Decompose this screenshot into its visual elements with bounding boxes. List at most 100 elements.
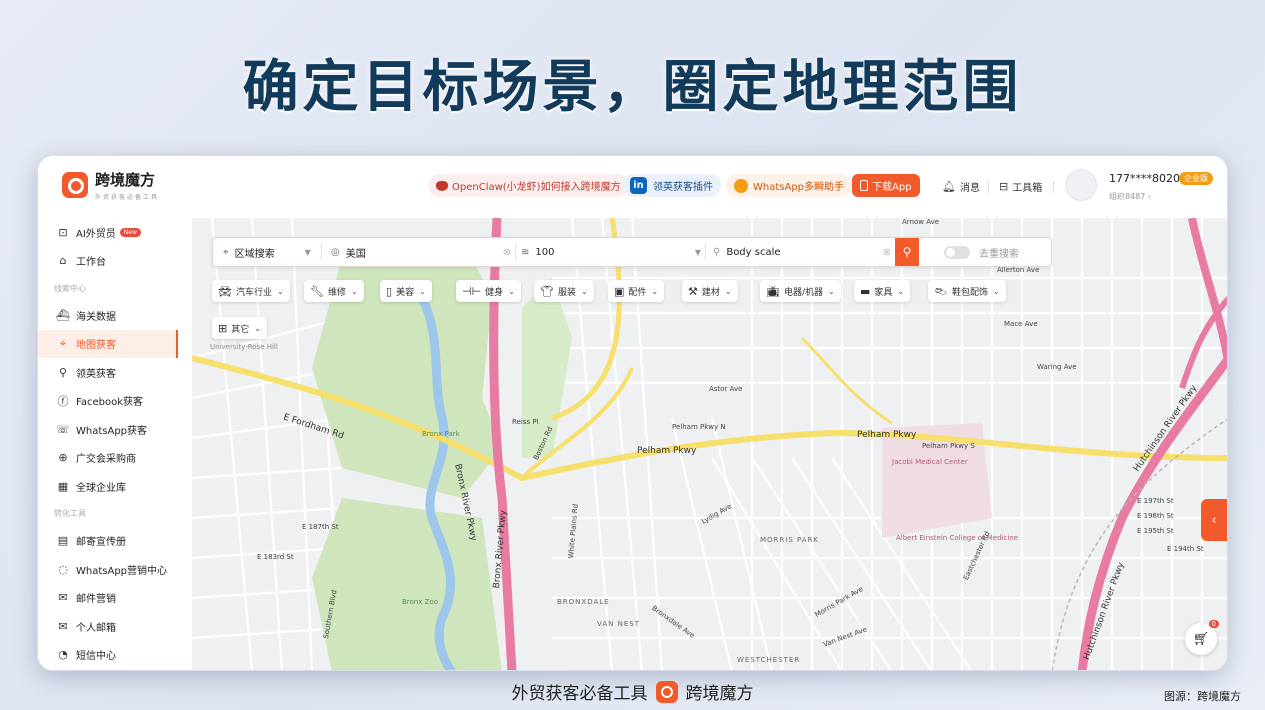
dedupe-toggle[interactable] [944, 246, 970, 259]
map-label: Bronx Park [422, 430, 460, 438]
sidebar-item-brochure[interactable]: ▤ 邮寄宣传册 [38, 527, 178, 556]
messages-link[interactable]: 🔔︎ 消息 [942, 179, 980, 194]
sidebar-item-customs[interactable]: ⛴︎ 海关数据 [38, 301, 178, 330]
sidebar-item-linkedin[interactable]: ⚲ 领英获客 [38, 358, 178, 387]
facebook-icon: ⓕ [57, 394, 69, 408]
count-select[interactable]: ≋ 100 ▼ [521, 238, 701, 266]
map-label: BRONXDALE [557, 598, 610, 606]
chevron-down-icon: ⌄ [724, 286, 732, 296]
openclaw-link[interactable]: OpenClaw(小龙虾)如何接入跨境魔方 [428, 174, 629, 197]
map-label: Pelham Pkwy S [922, 442, 975, 450]
cart-button[interactable]: 🛒︎ 0 [1185, 620, 1219, 655]
sidebar-item-canton-fair[interactable]: ⊕ 广交会采购商 [38, 444, 178, 473]
sidebar-item-label: 邮件营销 [76, 594, 116, 606]
new-badge: New [119, 227, 141, 237]
toolbox-link[interactable]: ⊟ 工具箱 [999, 179, 1042, 194]
map-pin-icon: ⌖ [59, 336, 67, 350]
sidebar-item-label: AI外贸员 [76, 228, 116, 240]
chip-label: 电器/机器 [783, 287, 824, 298]
category-chip-auto[interactable]: 🚘︎ 汽车行业 ⌄ [212, 280, 290, 302]
chevron-down-icon: ⌄ [350, 286, 358, 296]
dedupe-label: 去重搜索 [979, 248, 1019, 260]
toolbox-label: 工具箱 [1012, 183, 1043, 194]
sofa-icon: ▬ [860, 284, 871, 298]
search-button[interactable]: ⚲ [895, 238, 919, 266]
map-label: Pelham Pkwy N [672, 423, 726, 431]
sidebar-item-label: 邮寄宣传册 [76, 537, 126, 549]
chip-label: 维修 [327, 287, 346, 298]
download-app-button[interactable]: 下载App [852, 174, 920, 197]
sidebar-item-email-marketing[interactable]: ✉ 邮件营销 [38, 584, 178, 613]
linkedin-plugin-link[interactable]: in 领英获客插件 [622, 174, 721, 197]
country-input[interactable]: ◎ 美国 ⊗ [331, 238, 511, 266]
category-chip-appliances[interactable]: 📺︎ 电器/机器 ⌄ [760, 280, 841, 302]
avatar[interactable] [1065, 169, 1097, 201]
chat-icon: ◌ [58, 562, 68, 576]
toolbox-icon: ⊟ [999, 180, 1009, 193]
bell-icon: 🔔︎ [942, 180, 956, 193]
enterprise-badge: 企业版 [1179, 172, 1213, 185]
sidebar-item-facebook[interactable]: ⓕ Facebook获客 [38, 387, 178, 416]
map-label: E 194th St [1167, 545, 1204, 553]
sidebar-item-ai-agent[interactable]: ⊡ AI外贸员 New [38, 218, 178, 247]
brand-logo[interactable]: 跨境魔方 外贸获客必备工具 [62, 169, 159, 201]
search-mode-value: 区域搜索 [234, 248, 275, 260]
sidebar-item-label: WhatsApp获客 [76, 425, 148, 437]
category-chip-building[interactable]: ⚒ 建材 ⌄ [682, 280, 738, 302]
search-mode-select[interactable]: ⌖ 区域搜索 ▼ [223, 238, 311, 266]
sidebar-item-whatsapp[interactable]: ☏ WhatsApp获客 [38, 415, 178, 444]
sidebar-item-whatsapp-marketing[interactable]: ◌ WhatsApp营销中心 [38, 555, 178, 584]
category-chip-furniture[interactable]: ▬ 家具 ⌄ [854, 280, 911, 302]
user-phone[interactable]: 177****8020 [1109, 172, 1180, 185]
clear-icon[interactable]: ⊗ [883, 247, 891, 258]
map-label: MORRIS PARK [760, 536, 820, 544]
sidebar-item-personal-mail[interactable]: ✉ 个人邮箱 [38, 612, 178, 641]
category-chip-apparel[interactable]: 👕︎ 服装 ⌄ [534, 280, 594, 302]
clear-icon[interactable]: ⊗ [503, 247, 511, 258]
category-chip-fitness[interactable]: ⊣⊢ 健身 ⌄ [456, 280, 521, 302]
sidebar-item-sms[interactable]: ◔ 短信中心 [38, 641, 178, 670]
collapse-panel-button[interactable]: ‹ [1201, 499, 1227, 541]
chevron-down-icon: ⌄ [651, 286, 659, 296]
linkedin-icon: in [630, 177, 647, 194]
map-label: VAN NEST [597, 620, 640, 628]
cart-icon: 🛒︎ [1192, 631, 1210, 647]
search-icon: ⚲ [713, 246, 721, 258]
chevron-down-icon: ⌄ [828, 286, 835, 296]
category-chip-repair[interactable]: 🔧︎ 维修 ⌄ [304, 280, 364, 302]
map-view[interactable]: E Fordham Rd Pelham Pkwy Pelham Pkwy Bro… [192, 218, 1227, 670]
map-label: E 183rd St [257, 553, 294, 561]
map-label: WESTCHESTER [737, 656, 801, 664]
category-chip-beauty[interactable]: ▯ 美容 ⌄ [380, 280, 432, 302]
sidebar-item-map-leads[interactable]: ⌖ 地图获客 [38, 329, 178, 358]
divider [1053, 181, 1054, 193]
brand-mark-icon [655, 680, 678, 703]
footer: 外贸获客必备工具 跨境魔方 [0, 679, 1265, 704]
map-label: Pelham Pkwy [637, 446, 697, 456]
keyword-input[interactable]: ⚲ Body scale ⊗ [713, 238, 891, 266]
mail-icon: ✉ [58, 619, 68, 633]
cart-count: 0 [1208, 620, 1219, 628]
count-value: 100 [535, 246, 555, 258]
user-org-link[interactable]: 组织8487 › [1109, 191, 1151, 202]
divider [988, 181, 989, 193]
shirt-icon: 👕︎ [540, 284, 554, 298]
country-value: 美国 [345, 248, 366, 260]
map-label: E 187th St [302, 523, 339, 531]
category-chip-parts[interactable]: ▣ 配件 ⌄ [608, 280, 665, 302]
category-chip-shoes-bags[interactable]: 👞︎ 鞋包配饰 ⌄ [928, 280, 1006, 302]
sidebar-item-global-companies[interactable]: ▦ 全球企业库 [38, 472, 178, 501]
user-search-icon: ⚲ [58, 365, 68, 379]
category-chip-other[interactable]: ⊞ 其它 ⌄ [212, 317, 267, 339]
whatsapp-helper-link[interactable]: WhatsApp多瞬助手 [726, 174, 853, 197]
app-window: 跨境魔方 外贸获客必备工具 OpenClaw(小龙虾)如何接入跨境魔方 in 领… [37, 155, 1228, 671]
sidebar: ⊡ AI外贸员 New ⌂ 工作台 线索中心 ⛴︎ 海关数据 ⌖ 地图获客 ⚲ … [38, 218, 178, 670]
sidebar-item-workbench[interactable]: ⌂ 工作台 [38, 247, 178, 276]
chevron-down-icon: ⌄ [580, 286, 588, 296]
ship-icon: ⛴︎ [56, 308, 70, 322]
sidebar-item-label: 地图获客 [76, 340, 116, 352]
divider [321, 244, 322, 260]
footer-brand: 跨境魔方 [685, 684, 754, 704]
footer-tagline: 外贸获客必备工具 [511, 684, 648, 704]
search-bar: ⌖ 区域搜索 ▼ ◎ 美国 ⊗ ≋ 100 ▼ ⚲ Body scale ⊗ ⚲… [212, 237, 1052, 267]
